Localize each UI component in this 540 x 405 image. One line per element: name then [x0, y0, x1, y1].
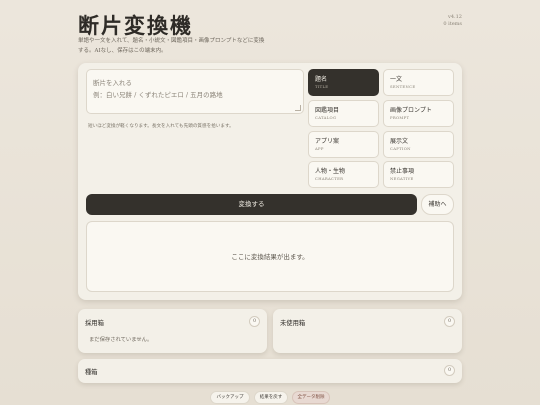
- fragment-input[interactable]: 断片を入れる 例：白い兄餅 / くずれたピエロ / 五月の路地: [86, 69, 304, 114]
- mode-label: 禁止事項: [390, 168, 415, 175]
- restore-button[interactable]: 結果を戻す: [254, 391, 288, 404]
- adopted-box-title: 採用箱: [85, 320, 104, 327]
- app-title: 断片変換機: [78, 13, 193, 38]
- version-info: v4.12 0 items: [443, 14, 462, 28]
- input-placeholder-line2: 例：白い兄餅 / くずれたピエロ / 五月の路地: [93, 91, 223, 99]
- mode-sublabel: PROMPT: [390, 115, 410, 120]
- mode-label: 一文: [390, 76, 403, 83]
- mode-label: 画像プロンプト: [390, 107, 432, 114]
- unused-count-badge: 0: [444, 316, 455, 327]
- seed-box-title: 種箱: [85, 369, 98, 376]
- mode-label: 展示文: [390, 138, 409, 145]
- seed-box[interactable]: 種箱 0: [78, 359, 462, 383]
- converter-panel: 断片を入れる 例：白い兄餅 / くずれたピエロ / 五月の路地 短いほど変換が軽…: [78, 63, 462, 300]
- mode-character[interactable]: 人物・生物 CHARACTER: [308, 161, 379, 188]
- input-hint: 短いほど変換が軽くなります。長文を入れても先頭の質感を拾います。: [88, 124, 234, 129]
- mode-sublabel: TITLE: [315, 84, 329, 89]
- mode-sublabel: CAPTION: [390, 146, 411, 151]
- delete-all-button[interactable]: 全データ削除: [292, 391, 330, 404]
- mode-label: 題名: [315, 76, 328, 83]
- resize-handle-icon[interactable]: [295, 105, 301, 111]
- mode-catalog[interactable]: 図鑑項目 CATALOG: [308, 100, 379, 127]
- mode-label: アプリ案: [315, 138, 340, 145]
- mode-prompt[interactable]: 画像プロンプト PROMPT: [383, 100, 454, 127]
- mode-label: 図鑑項目: [315, 107, 340, 114]
- unused-box-title: 未使用箱: [280, 320, 306, 327]
- unused-box[interactable]: 未使用箱 0: [273, 309, 462, 353]
- backup-button[interactable]: バックアップ: [210, 391, 250, 404]
- item-count: 0 items: [443, 21, 462, 27]
- adopted-count-badge: 0: [249, 316, 260, 327]
- mode-sublabel: APP: [315, 146, 324, 151]
- adopted-box[interactable]: 採用箱 0 まだ保存されていません。: [78, 309, 267, 353]
- seed-count-badge: 0: [444, 365, 455, 376]
- aux-button[interactable]: 補助へ: [421, 194, 454, 215]
- input-placeholder-line1: 断片を入れる: [93, 79, 132, 87]
- mode-title[interactable]: 題名 TITLE: [308, 69, 379, 96]
- version-number: v4.12: [448, 14, 462, 20]
- mode-sublabel: CHARACTER: [315, 176, 344, 181]
- mode-label: 人物・生物: [315, 168, 346, 175]
- result-placeholder: ここに変換結果が出ます。: [231, 253, 309, 261]
- app-description: 単語や一文を入れて、題名・小説文・図鑑項目・画像プロンプトなどに変換する。AIな…: [78, 38, 265, 54]
- result-area: ここに変換結果が出ます。: [86, 221, 454, 292]
- mode-caption[interactable]: 展示文 CAPTION: [383, 131, 454, 158]
- convert-button[interactable]: 変換する: [86, 194, 417, 215]
- mode-app[interactable]: アプリ案 APP: [308, 131, 379, 158]
- mode-sublabel: NEGATIVE: [390, 176, 414, 181]
- mode-negative[interactable]: 禁止事項 NEGATIVE: [383, 161, 454, 188]
- mode-sublabel: SENTENCE: [390, 84, 416, 89]
- mode-sublabel: CATALOG: [315, 115, 337, 120]
- mode-sentence[interactable]: 一文 SENTENCE: [383, 69, 454, 96]
- adopted-empty-text: まだ保存されていません。: [89, 337, 153, 343]
